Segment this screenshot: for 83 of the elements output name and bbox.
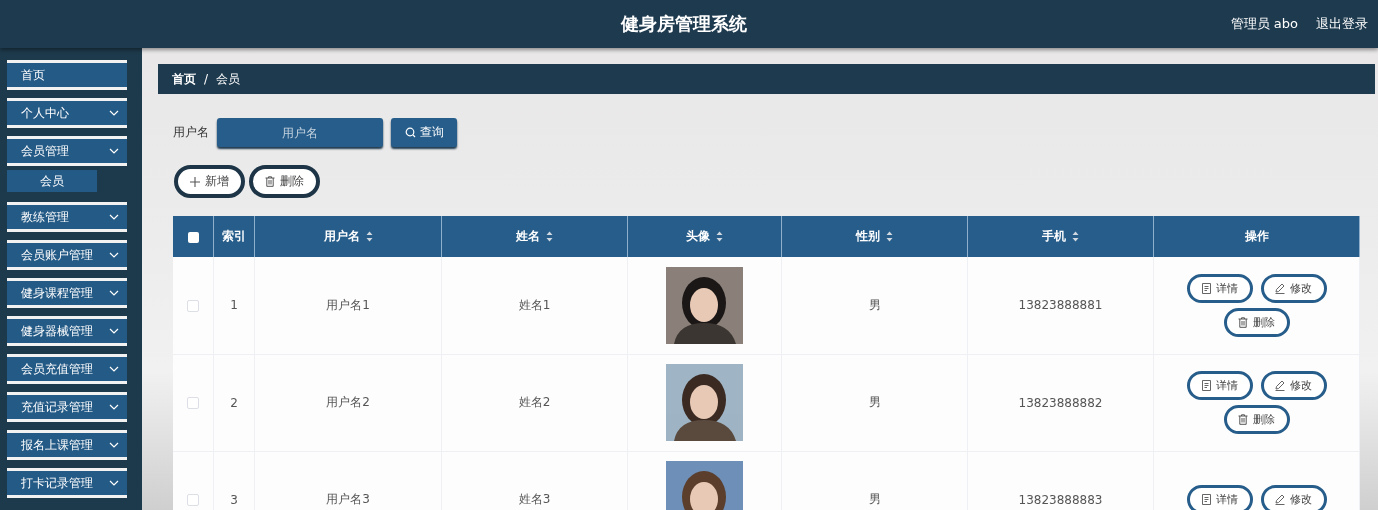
logout-link[interactable]: 退出登录 — [1316, 15, 1368, 33]
document-icon — [1201, 282, 1211, 294]
table-cell: 男 — [868, 297, 881, 312]
menu-item[interactable]: 会员充值管理 — [7, 354, 127, 384]
table-cell: 1 — [230, 298, 238, 313]
plus-icon — [190, 176, 200, 187]
app-title: 健身房管理系统 — [621, 12, 747, 36]
pencil-icon — [1275, 380, 1285, 391]
chevron-icon — [109, 214, 119, 220]
row-checkbox[interactable] — [187, 397, 199, 409]
trash-icon — [1238, 414, 1248, 425]
table-cell: 姓名2 — [518, 395, 551, 409]
document-icon — [1201, 380, 1211, 391]
chevron-icon — [109, 404, 119, 410]
detail-button[interactable]: 详情 — [1186, 485, 1253, 510]
chevron-icon — [109, 110, 119, 116]
trash-icon — [265, 176, 275, 187]
admin-user: 管理员 abo — [1230, 15, 1298, 33]
table-cell: 男 — [868, 395, 881, 409]
chevron-icon — [109, 480, 119, 486]
add-button[interactable]: 新增 — [174, 165, 245, 198]
edit-button[interactable]: 修改 — [1260, 273, 1327, 303]
table-cell: 用户名1 — [326, 297, 370, 312]
table-cell: 用户名3 — [326, 492, 370, 506]
search-button[interactable]: 查询 — [391, 118, 457, 147]
chevron-icon — [109, 328, 119, 334]
sort-icon[interactable] — [365, 231, 373, 242]
menu-item[interactable]: 充值记录管理 — [7, 392, 127, 422]
column-header: 头像 — [686, 228, 710, 245]
menu-item[interactable]: 教练管理 — [7, 202, 127, 232]
search-label: 用户名 — [173, 124, 209, 141]
table-cell: 13823888883 — [1018, 492, 1103, 507]
edit-button[interactable]: 修改 — [1260, 371, 1327, 400]
menu-item[interactable]: 首页 — [7, 60, 127, 90]
table-cell: 2 — [230, 395, 238, 410]
column-header: 性别 — [856, 228, 880, 245]
search-icon — [404, 127, 416, 138]
column-header: 手机 — [1042, 228, 1066, 245]
breadcrumb-item[interactable]: 首页 — [172, 70, 196, 88]
sort-icon[interactable] — [716, 231, 723, 242]
menu-item[interactable]: 会员管理 — [7, 136, 127, 166]
menu-item[interactable]: 会员账户管理 — [7, 240, 127, 270]
menu-item[interactable]: 健身器械管理 — [7, 316, 127, 346]
menu-item[interactable]: 报名上课管理 — [7, 430, 127, 460]
column-header: 用户名 — [323, 228, 360, 245]
detail-button[interactable]: 详情 — [1186, 371, 1253, 400]
table-cell: 姓名3 — [518, 492, 551, 506]
chevron-icon — [109, 290, 119, 296]
breadcrumb-item: 会员 — [216, 70, 241, 88]
username-field[interactable]: 用户名 — [217, 118, 383, 147]
column-header: 索引 — [222, 228, 246, 245]
row-checkbox[interactable] — [187, 494, 199, 506]
trash-icon — [1238, 316, 1248, 328]
chevron-icon — [109, 252, 119, 258]
table-cell: 姓名1 — [518, 297, 551, 312]
edit-button[interactable]: 修改 — [1260, 485, 1327, 510]
sort-icon[interactable] — [546, 231, 553, 242]
submenu-item[interactable]: 会员 — [7, 170, 97, 192]
chevron-icon — [109, 366, 119, 372]
row-checkbox[interactable] — [187, 299, 199, 312]
breadcrumb-separator: / — [204, 72, 209, 86]
table-cell: 男 — [868, 492, 881, 506]
chevron-icon — [109, 148, 119, 154]
menu-item[interactable]: 个人中心 — [7, 98, 127, 128]
sort-icon[interactable] — [1072, 231, 1079, 242]
delete-button[interactable]: 删除 — [1223, 307, 1290, 337]
delete-button[interactable]: 删除 — [1223, 405, 1290, 434]
document-icon — [1201, 494, 1211, 505]
sort-icon[interactable] — [886, 231, 893, 242]
table-cell: 13823888881 — [1018, 298, 1103, 313]
table-cell: 用户名2 — [326, 395, 370, 409]
chevron-icon — [109, 442, 119, 448]
pencil-icon — [1275, 282, 1285, 294]
detail-button[interactable]: 详情 — [1186, 273, 1253, 303]
table-cell: 13823888882 — [1018, 395, 1103, 410]
menu-item[interactable]: 打卡记录管理 — [7, 468, 127, 498]
pencil-icon — [1275, 494, 1285, 505]
column-header: 操作 — [1244, 228, 1269, 245]
select-all-checkbox[interactable] — [187, 231, 199, 243]
column-header: 姓名 — [516, 228, 540, 245]
delete-button[interactable]: 删除 — [249, 165, 320, 198]
menu-item[interactable]: 健身课程管理 — [7, 278, 127, 308]
table-cell: 3 — [230, 492, 238, 507]
